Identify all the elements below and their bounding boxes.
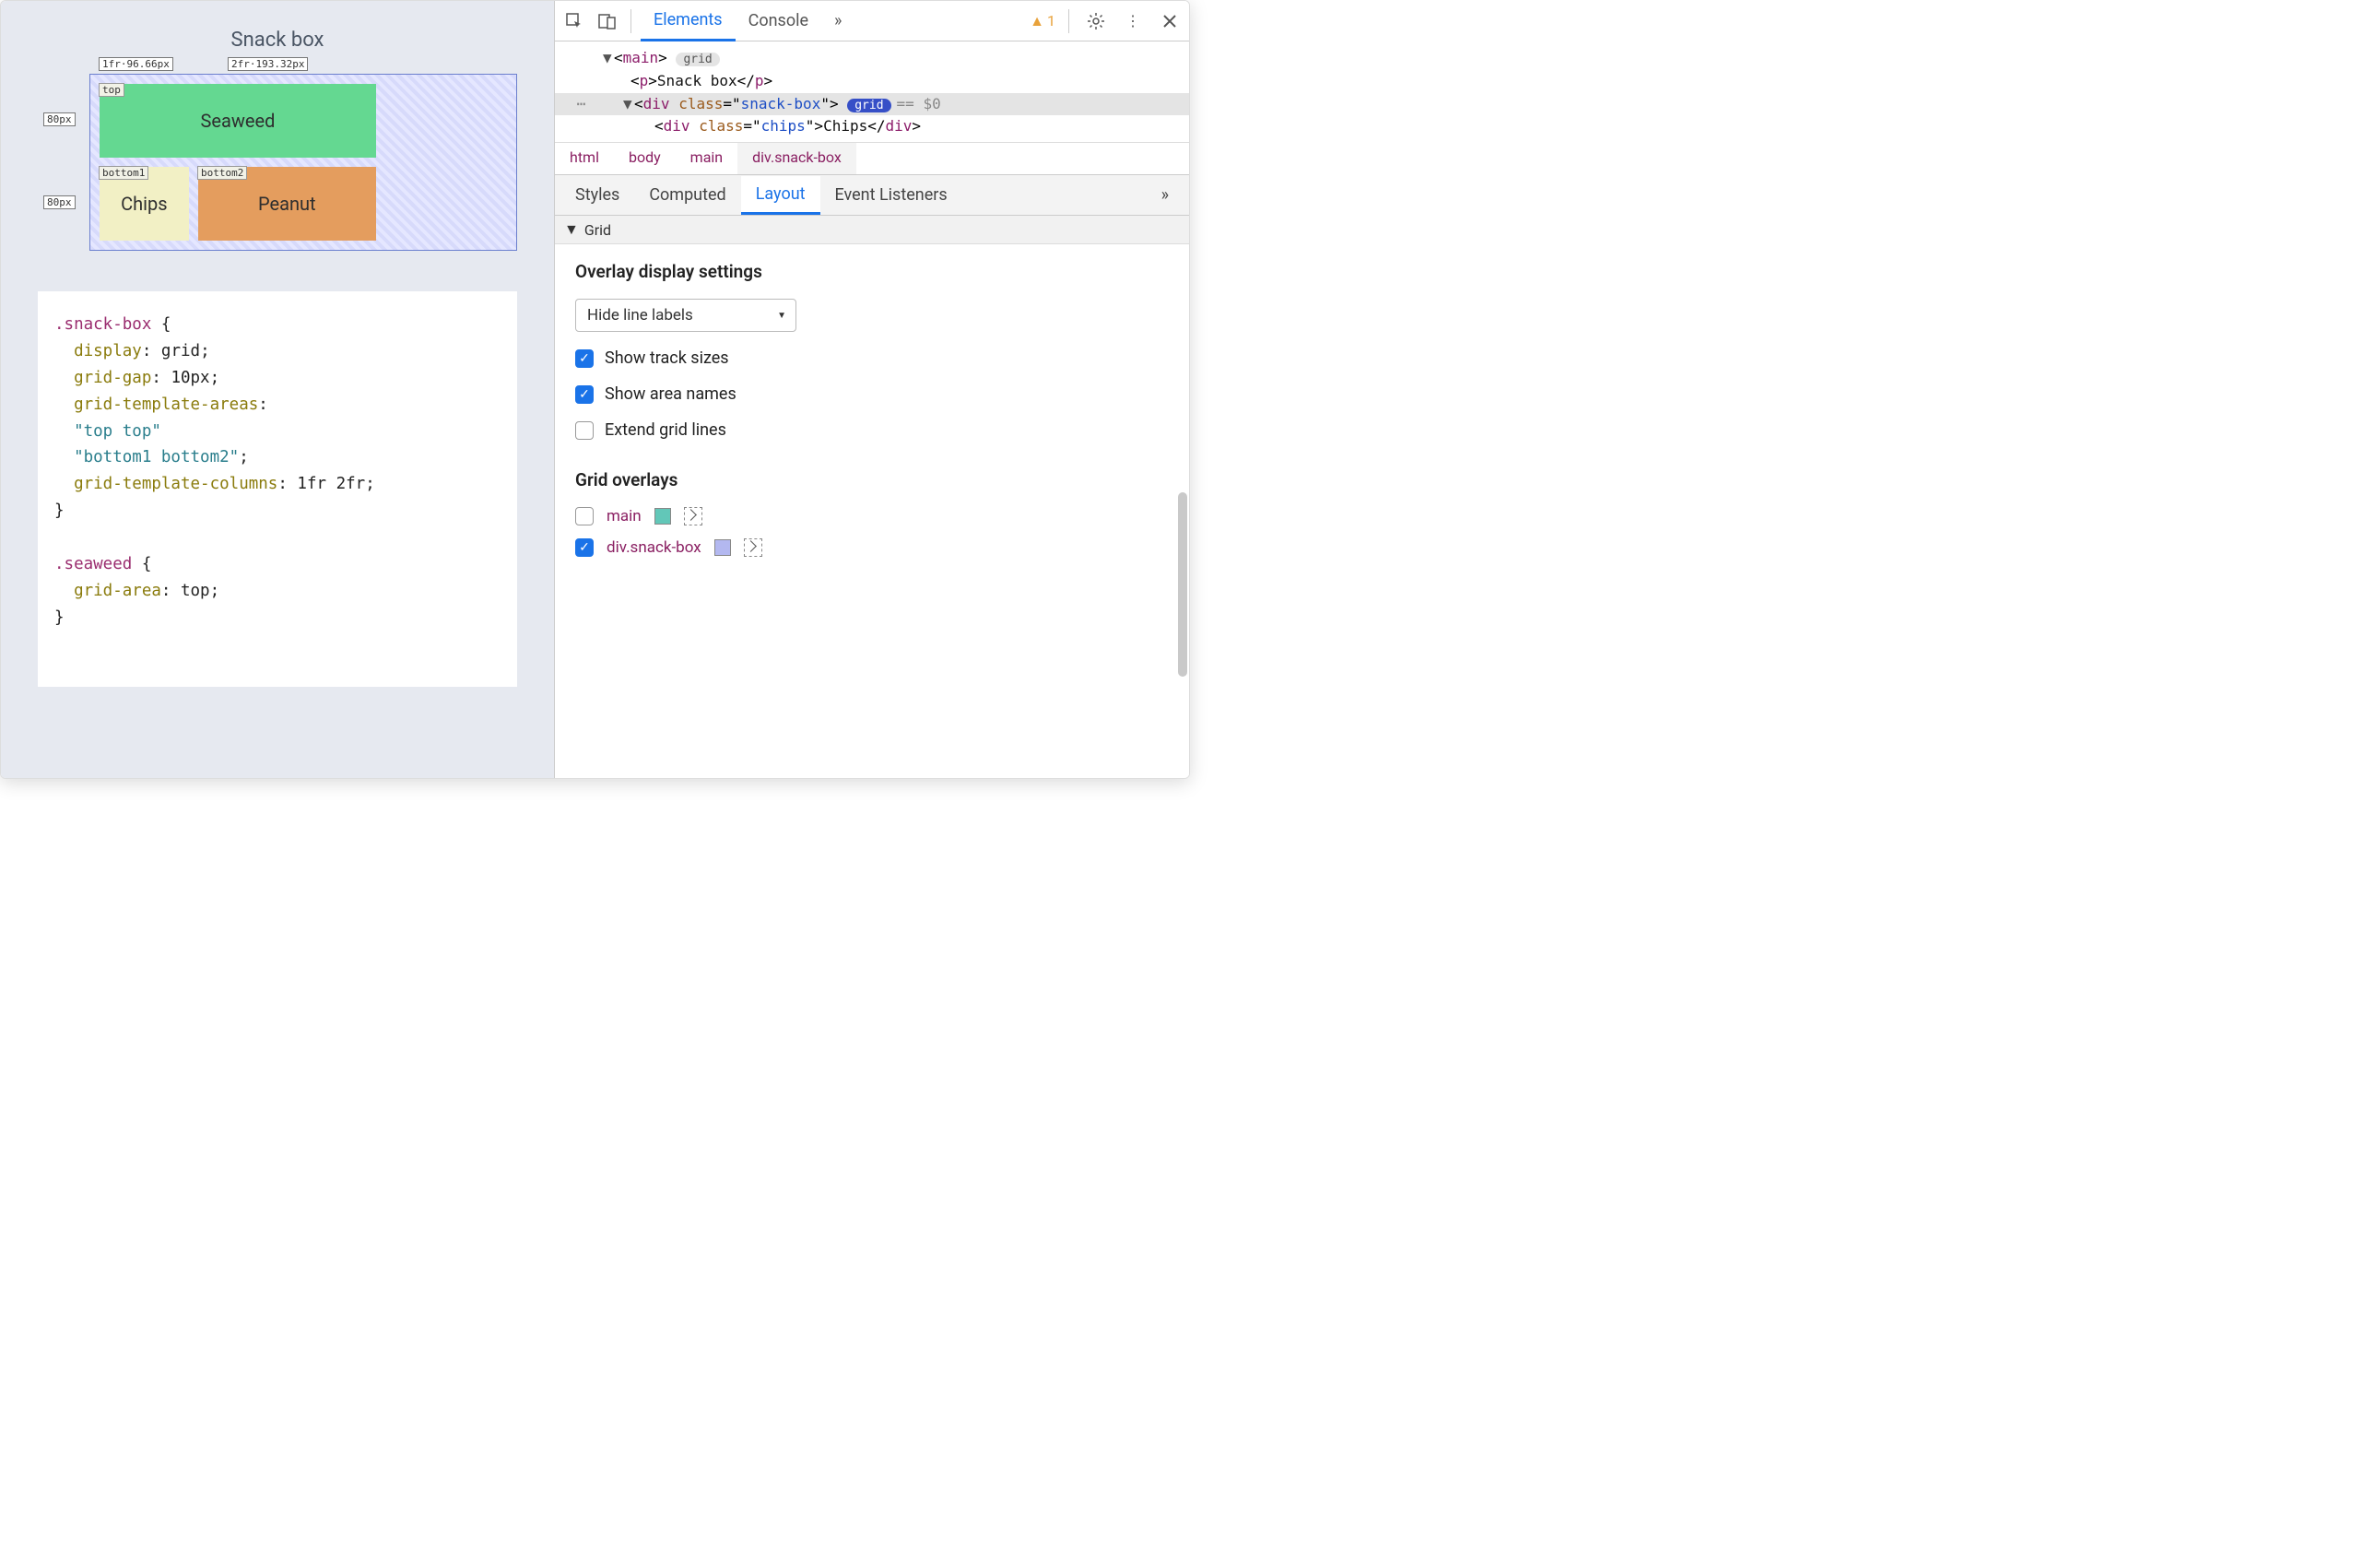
cell-seaweed: Seaweed [100, 84, 376, 158]
dom-node-selected[interactable]: ⋯▼<div class="snack-box"> grid== $0 [555, 93, 1189, 116]
reveal-icon[interactable] [744, 538, 762, 557]
styles-tabs: Styles Computed Layout Event Listeners » [555, 175, 1189, 216]
col-label-1: 1fr·96.66px [99, 57, 173, 71]
close-icon[interactable] [1156, 7, 1184, 35]
main-tabs: Elements Console » [641, 1, 854, 41]
page-title: Snack box [38, 29, 517, 52]
checkbox-icon[interactable]: ✓ [575, 385, 594, 404]
area-label-top: top [99, 83, 124, 97]
color-swatch[interactable] [714, 539, 731, 556]
separator [630, 9, 631, 33]
gear-icon[interactable] [1082, 7, 1110, 35]
subtab-layout[interactable]: Layout [741, 176, 820, 215]
tab-elements[interactable]: Elements [641, 1, 736, 41]
overlay-main[interactable]: main [575, 507, 1169, 525]
subtab-more[interactable]: » [1147, 177, 1184, 213]
devtools-toolbar: Elements Console » ▲1 ⋮ [555, 1, 1189, 41]
inspect-icon[interactable] [560, 7, 588, 35]
crumb-html[interactable]: html [555, 143, 614, 174]
grid-overlay-area: 1fr·96.66px 2fr·193.32px 80px 80px top b… [89, 74, 517, 251]
scrollbar-thumb[interactable] [1178, 492, 1187, 677]
tab-more[interactable]: » [821, 2, 854, 40]
crumb-main[interactable]: main [676, 143, 737, 174]
checkbox-icon[interactable] [575, 507, 594, 525]
chevron-down-icon: ▼ [564, 220, 579, 239]
area-label-bottom2: bottom2 [197, 166, 247, 180]
dom-node-p[interactable]: <p>Snack box</p> [555, 70, 1189, 93]
device-icon[interactable] [594, 7, 621, 35]
row-label-2: 80px [43, 195, 76, 209]
color-swatch[interactable] [654, 508, 671, 525]
overlay-snackbox[interactable]: ✓ div.snack-box [575, 538, 1169, 557]
line-labels-select[interactable]: Hide line labels [575, 299, 796, 332]
grid-overlays-title: Grid overlays [575, 469, 1169, 490]
layout-panel: ▼Grid Overlay display settings Hide line… [555, 216, 1189, 778]
breadcrumb: html body main div.snack-box [555, 142, 1189, 175]
dom-node-main[interactable]: ▼<main> grid [555, 47, 1189, 70]
subtab-styles[interactable]: Styles [560, 177, 634, 213]
crumb-snackbox[interactable]: div.snack-box [737, 142, 856, 174]
col-label-2: 2fr·193.32px [228, 57, 308, 71]
dom-node-chips[interactable]: <div class="chips">Chips</div> [555, 115, 1189, 138]
opt-area-names[interactable]: ✓ Show area names [575, 384, 1169, 404]
devtools-panel: Elements Console » ▲1 ⋮ ▼<main> grid <p>… [554, 1, 1189, 778]
reveal-icon[interactable] [684, 507, 702, 525]
warning-badge[interactable]: ▲1 [1030, 12, 1055, 30]
grid-section-header[interactable]: ▼Grid [555, 216, 1189, 244]
page-viewport: Snack box 1fr·96.66px 2fr·193.32px 80px … [1, 1, 554, 778]
opt-track-sizes[interactable]: ✓ Show track sizes [575, 348, 1169, 368]
separator [1068, 9, 1069, 33]
css-code-block: .snack-box { display: grid; grid-gap: 10… [38, 291, 517, 687]
subtab-events[interactable]: Event Listeners [820, 177, 962, 213]
overlay-settings-title: Overlay display settings [575, 261, 1169, 282]
crumb-body[interactable]: body [614, 143, 676, 174]
row-label-1: 80px [43, 112, 76, 126]
subtab-computed[interactable]: Computed [634, 177, 740, 213]
opt-extend-lines[interactable]: Extend grid lines [575, 420, 1169, 440]
checkbox-icon[interactable]: ✓ [575, 349, 594, 368]
dom-tree[interactable]: ▼<main> grid <p>Snack box</p> ⋯▼<div cla… [555, 41, 1189, 142]
area-label-bottom1: bottom1 [99, 166, 148, 180]
tab-console[interactable]: Console [736, 2, 821, 40]
checkbox-icon[interactable] [575, 421, 594, 440]
warning-icon: ▲ [1030, 12, 1044, 30]
snack-box-grid: Seaweed Chips Peanut [89, 74, 517, 251]
checkbox-icon[interactable]: ✓ [575, 538, 594, 557]
kebab-icon[interactable]: ⋮ [1119, 7, 1147, 35]
